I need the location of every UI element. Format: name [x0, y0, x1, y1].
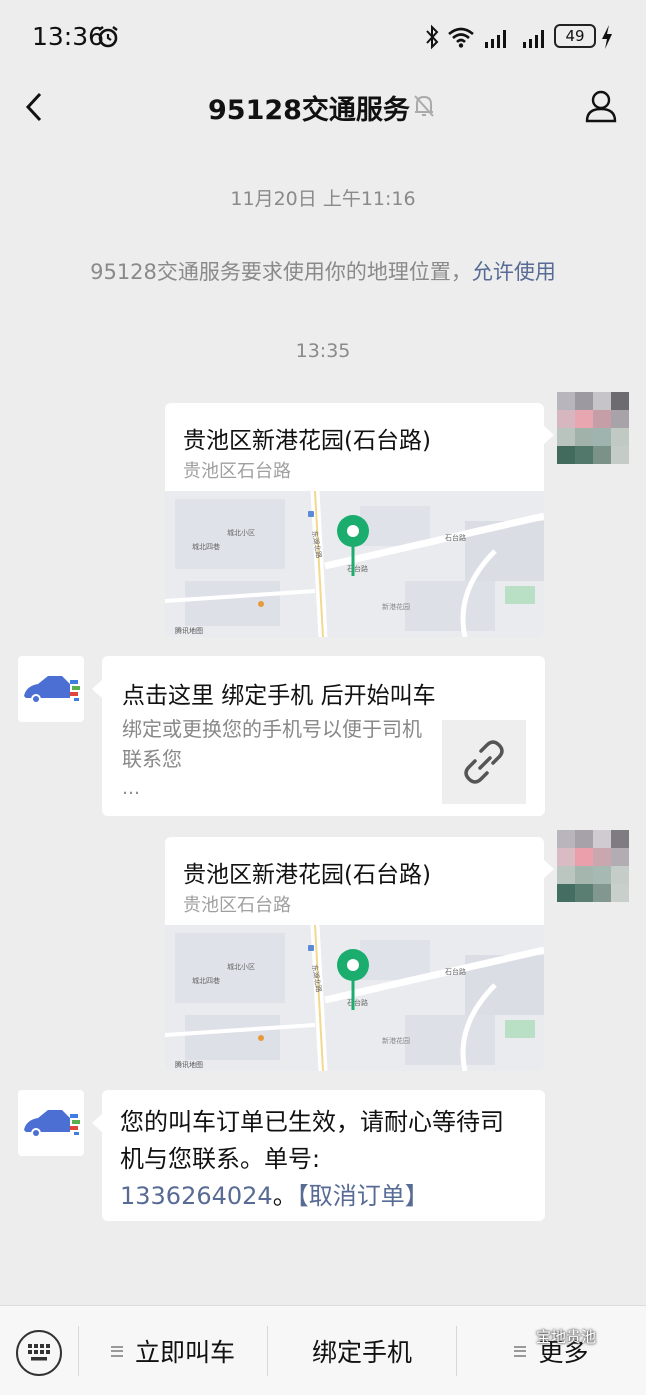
system-message-text: 95128交通服务要求使用你的地理位置，	[90, 260, 472, 284]
map-provider: 腾讯地图	[175, 1060, 203, 1069]
location-title: 贵池区新港花园(石台路)	[183, 428, 431, 454]
avatar[interactable]	[557, 830, 629, 902]
location-title: 贵池区新港花园(石台路)	[183, 862, 431, 888]
map-label: 石台路	[445, 967, 466, 976]
avatar[interactable]	[18, 1090, 84, 1156]
bind-phone-card[interactable]: 点击这里 绑定手机 后开始叫车 绑定或更换您的手机号以便于司机联系您 …	[102, 656, 545, 816]
bubble-tail	[92, 680, 102, 698]
status-time: 13:36	[32, 22, 105, 51]
order-separator: 。	[272, 1182, 297, 1210]
link-icon	[464, 740, 504, 784]
system-message: 95128交通服务要求使用你的地理位置，允许使用	[0, 256, 646, 286]
back-icon[interactable]	[20, 88, 50, 126]
location-map: 城北四巷 城北小区 东湖北路 石台路 石台路 新港花园 腾讯地图	[165, 491, 544, 637]
menu-lines-icon	[514, 1345, 527, 1357]
menu-call-car[interactable]: 立即叫车	[79, 1306, 267, 1395]
map-label: 城北小区	[227, 962, 255, 971]
menu-label: 立即叫车	[134, 1338, 235, 1367]
menu-label: 绑定手机	[311, 1338, 412, 1367]
nav-bar: 95128交通服务	[0, 74, 646, 140]
signal-icon	[485, 30, 506, 48]
chat-timestamp: 13:35	[295, 340, 351, 362]
map-label: 石台路	[347, 998, 368, 1007]
map-label: 城北四巷	[192, 977, 220, 985]
watermark: 宝地贵池	[536, 1326, 596, 1347]
profile-icon[interactable]	[584, 88, 618, 124]
wifi-icon	[448, 27, 474, 48]
location-subtitle: 贵池区石台路	[183, 461, 291, 482]
menu-lines-icon	[110, 1345, 123, 1357]
link-card-more: …	[122, 778, 140, 799]
status-bar: 13:36 49	[0, 0, 646, 74]
map-label: 城北小区	[227, 528, 255, 537]
mute-icon	[414, 95, 434, 117]
chat-title: 95128交通服务	[208, 95, 410, 126]
keyboard-toggle-button[interactable]	[16, 1330, 62, 1376]
bottom-menu-bar: 立即叫车 绑定手机 更多	[0, 1305, 646, 1395]
bubble-tail	[92, 1114, 102, 1132]
map-provider: 腾讯地图	[175, 626, 203, 635]
allow-location-link[interactable]: 允许使用	[472, 260, 556, 284]
map-label: 城北四巷	[192, 543, 220, 551]
link-thumbnail	[442, 720, 526, 804]
bubble-tail	[544, 860, 554, 878]
menu-more[interactable]: 更多	[457, 1306, 646, 1395]
battery-indicator: 49	[554, 24, 596, 48]
menu-bind-phone[interactable]: 绑定手机	[268, 1306, 456, 1395]
avatar[interactable]	[557, 392, 629, 464]
order-message-text: 您的叫车订单已生效，请耐心等待司机与您联系。单号:	[120, 1108, 504, 1173]
keyboard-icon	[28, 1344, 50, 1361]
alarm-icon	[98, 26, 118, 48]
order-number[interactable]: 1336264024	[120, 1182, 273, 1210]
signal-icon	[523, 30, 544, 48]
avatar[interactable]	[18, 656, 84, 722]
charging-icon	[602, 25, 612, 49]
bluetooth-icon	[426, 24, 439, 50]
bubble-tail	[544, 426, 554, 444]
order-message: 您的叫车订单已生效，请耐心等待司机与您联系。单号: 1336264024。【取消订…	[102, 1090, 545, 1221]
link-card-title: 点击这里 绑定手机 后开始叫车	[122, 683, 436, 709]
map-label: 石台路	[445, 533, 466, 542]
chat-timestamp: 11月20日 上午11:16	[230, 188, 416, 210]
location-map: 城北四巷 城北小区 东湖北路 石台路 石台路 新港花园 腾讯地图	[165, 925, 544, 1071]
service-logo-icon	[24, 676, 80, 704]
map-label: 石台路	[347, 564, 368, 573]
map-label: 新港花园	[382, 1036, 410, 1045]
cancel-order-link[interactable]: 【取消订单】	[297, 1182, 429, 1210]
watermark-text: 宝地贵池	[536, 1328, 597, 1346]
location-card[interactable]: 贵池区新港花园(石台路) 贵池区石台路 城北四巷 城北小区 东湖北路 石台路 石…	[165, 403, 544, 637]
link-card-description: 绑定或更换您的手机号以便于司机联系您	[122, 717, 422, 771]
location-card[interactable]: 贵池区新港花园(石台路) 贵池区石台路 城北四巷 城北小区 东湖北路 石台路 石…	[165, 837, 544, 1071]
map-label: 新港花园	[382, 602, 410, 611]
location-subtitle: 贵池区石台路	[183, 895, 291, 916]
service-logo-icon	[24, 1110, 80, 1138]
